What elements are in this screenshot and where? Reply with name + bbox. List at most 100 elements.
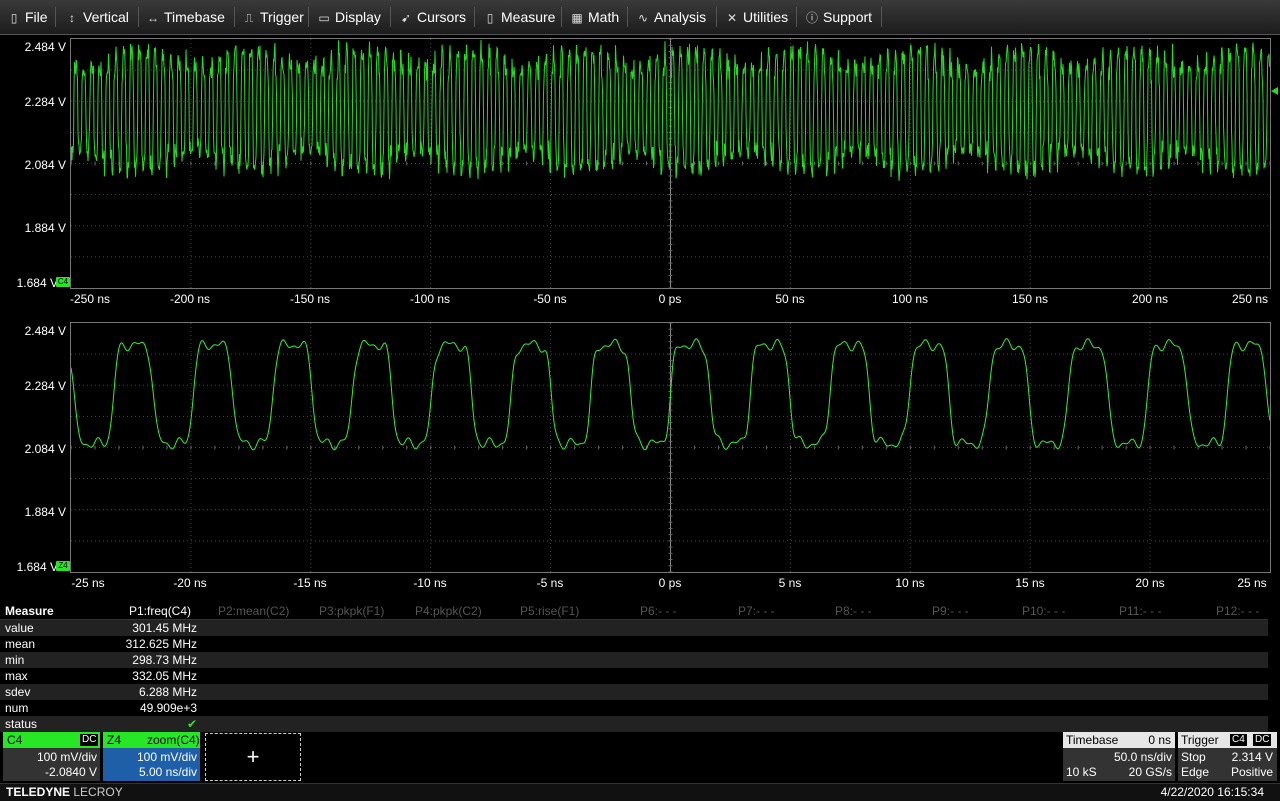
menu-utilities-label: Utilities	[743, 9, 789, 25]
lower-x-label-1: -20 ns	[173, 576, 207, 590]
lower-waveform-grid[interactable]	[70, 322, 1271, 573]
trigger-type: Edge	[1181, 765, 1210, 779]
timebase-descriptor[interactable]: Timebase 0 ns 50.0 ns/div 10 kS 20 GS/s	[1063, 732, 1175, 781]
lower-y-label-0: 2.484 V	[24, 324, 66, 338]
trigger-descriptor[interactable]: Trigger C4 DC Stop 2.314 V Edge Positive	[1178, 732, 1277, 781]
menu-vertical-label: Vertical	[83, 9, 129, 25]
menu-display-label: Display	[335, 9, 381, 25]
measure-icon: ▯	[486, 11, 494, 25]
measure-title: Measure	[5, 604, 54, 618]
upper-waveform-grid[interactable]	[70, 38, 1271, 289]
horizontal-arrows-icon: ↔	[147, 11, 159, 25]
trigger-mode: Stop	[1181, 750, 1206, 764]
menu-display[interactable]: ▭ Display	[318, 0, 381, 34]
menu-math[interactable]: ▦ Math	[571, 0, 619, 34]
menu-bar: ▯ File ↕ Vertical ↔ Timebase ⎍ Trigger ▭ Disp…	[0, 0, 1280, 35]
measure-param-p11[interactable]: P11:- - -	[1119, 603, 1161, 619]
menu-trigger[interactable]: ⎍ Trigger	[243, 0, 304, 34]
add-trace-button[interactable]: +	[205, 733, 301, 781]
menu-support[interactable]: ⓘ Support	[806, 0, 872, 34]
lower-x-label-3: -10 ns	[413, 576, 447, 590]
upper-x-label-0: -250 ns	[69, 292, 111, 306]
lower-y-label-3: 1.884 V	[24, 505, 66, 519]
lower-y-label-2: 2.084 V	[24, 442, 66, 456]
measure-param-p10[interactable]: P10:- - -	[1022, 603, 1065, 619]
lower-x-label-9: 20 ns	[1135, 576, 1165, 590]
upper-y-label-2: 2.084 V	[24, 158, 66, 172]
menu-measure-label: Measure	[501, 9, 556, 25]
measure-param-p4[interactable]: P4:pkpk(C2)	[415, 603, 482, 619]
z4-descriptor-name: Z4	[107, 733, 122, 747]
cursor-icon: ➹	[400, 11, 412, 25]
lower-channel-badge: Z4	[56, 561, 70, 571]
brand-lecroy: LECROY	[73, 785, 123, 799]
upper-x-label-5: 0 ps	[658, 292, 682, 306]
menu-timebase[interactable]: ↔ Timebase	[147, 0, 225, 34]
lower-y-label-1: 2.284 V	[24, 379, 66, 393]
trigger-level: 2.314 V	[1231, 750, 1273, 764]
trigger-edge-icon: ⎍	[244, 11, 254, 25]
menu-timebase-label: Timebase	[164, 9, 225, 25]
brand-logo: TELEDYNE LECROY	[6, 784, 123, 801]
tools-icon: ✕	[726, 11, 738, 25]
measure-param-p6[interactable]: P6:- - -	[640, 603, 677, 619]
z4-zoom-descriptor[interactable]: Z4 zoom(C4) 100 mV/div 5.00 ns/div	[103, 732, 200, 781]
z4-vdiv: 100 mV/div	[136, 750, 197, 764]
upper-channel-badge: C4	[56, 277, 70, 287]
menu-file[interactable]: ▯ File	[8, 0, 48, 34]
vertical-arrows-icon: ↕	[69, 11, 75, 25]
measure-param-p5[interactable]: P5:rise(F1)	[520, 603, 579, 619]
measure-row-value-cell: 301.45 MHz	[132, 621, 197, 635]
menu-utilities[interactable]: ✕ Utilities	[726, 0, 788, 34]
measure-row-sdev: sdev 6.288 MHz	[0, 684, 1268, 700]
measure-param-p12[interactable]: P12:- - -	[1216, 603, 1259, 619]
measure-row-value-cell: 6.288 MHz	[138, 685, 197, 699]
measure-param-p1[interactable]: P1:freq(C4)	[129, 603, 191, 619]
measure-param-p8[interactable]: P8:- - -	[835, 603, 872, 619]
upper-waveform-svg	[71, 39, 1270, 288]
trigger-slope: Positive	[1230, 765, 1273, 779]
lower-waveform-svg	[71, 323, 1270, 572]
upper-x-label-6: 50 ns	[775, 292, 805, 306]
trigger-title: Trigger	[1181, 733, 1219, 747]
menu-analysis-label: Analysis	[654, 9, 707, 25]
lower-x-label-4: -5 ns	[536, 576, 564, 590]
c4-vdiv: 100 mV/div	[36, 750, 97, 764]
upper-x-label-7: 100 ns	[891, 292, 929, 306]
checkmark-icon: ✔	[186, 717, 197, 731]
upper-x-label-1: -200 ns	[169, 292, 211, 306]
timebase-samples: 10 kS	[1066, 765, 1097, 779]
measure-param-p7[interactable]: P7:- - -	[738, 603, 775, 619]
menu-trigger-label: Trigger	[260, 9, 304, 25]
z4-tdiv: 5.00 ns/div	[138, 765, 197, 779]
c4-channel-descriptor[interactable]: C4 DC 100 mV/div -2.0840 V	[3, 732, 100, 781]
measure-row-status: status ✔	[0, 716, 1268, 732]
measure-param-p9[interactable]: P9:- - -	[932, 603, 969, 619]
lower-x-label-2: -15 ns	[293, 576, 327, 590]
upper-y-label-4: 1.684 V	[16, 276, 58, 290]
lower-x-label-7: 10 ns	[895, 576, 925, 590]
menu-vertical[interactable]: ↕ Vertical	[66, 0, 129, 34]
plus-icon: +	[246, 744, 260, 769]
upper-x-label-2: -150 ns	[289, 292, 331, 306]
z4-descriptor-source: zoom(C4)	[147, 733, 200, 747]
lower-x-label-6: 5 ns	[778, 576, 802, 590]
upper-trigger-level-marker[interactable]	[1271, 87, 1278, 95]
measure-param-p2[interactable]: P2:mean(C2)	[218, 603, 289, 619]
calculator-icon: ▦	[571, 11, 583, 25]
lower-x-label-10: 25 ns	[1237, 576, 1267, 590]
lower-x-label-8: 15 ns	[1015, 576, 1045, 590]
measure-param-p3[interactable]: P3:pkpk(F1)	[319, 603, 384, 619]
brand-teledyne: TELEDYNE	[6, 785, 71, 799]
menu-analysis[interactable]: ∿ Analysis	[637, 0, 706, 34]
lower-x-label-0: -25 ns	[71, 576, 105, 590]
c4-descriptor-name: C4	[7, 733, 23, 747]
menu-measure[interactable]: ▯ Measure	[484, 0, 556, 34]
info-icon: ⓘ	[806, 11, 819, 25]
menu-cursors[interactable]: ➹ Cursors	[400, 0, 466, 34]
lower-y-label-4: 1.684 V	[16, 560, 58, 574]
trigger-source-badge: C4	[1230, 734, 1247, 746]
timebase-delay: 0 ns	[1148, 733, 1171, 747]
timebase-rate: 20 GS/s	[1128, 765, 1172, 779]
upper-x-label-10: 250 ns	[1231, 292, 1269, 306]
